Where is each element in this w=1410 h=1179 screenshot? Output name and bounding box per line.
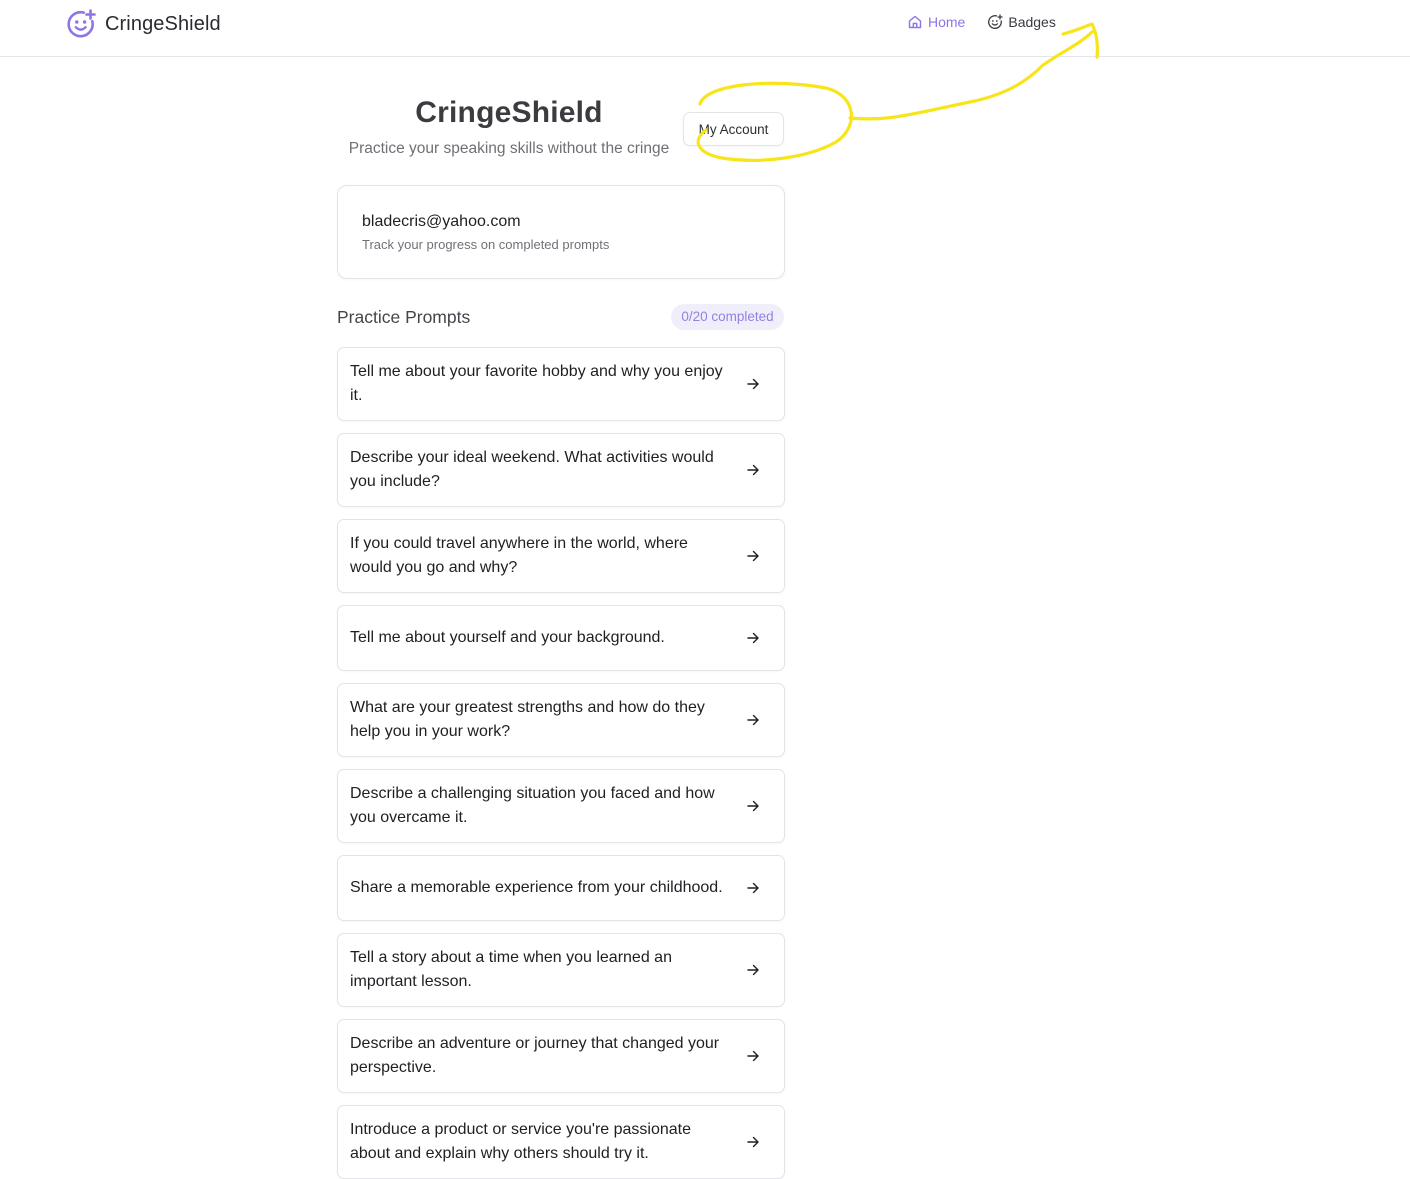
arrow-right-icon — [747, 800, 759, 812]
nav-badges-link[interactable]: Badges — [987, 14, 1056, 30]
arrow-right-icon — [747, 714, 759, 726]
prompt-card[interactable]: Introduce a product or service you're pa… — [337, 1105, 785, 1179]
nav-home-link[interactable]: Home — [907, 14, 965, 30]
prompt-card[interactable]: If you could travel anywhere in the worl… — [337, 519, 785, 593]
smile-plus-icon — [988, 14, 1004, 29]
prompt-text: Describe an adventure or journey that ch… — [350, 1035, 720, 1076]
user-card: bladecris@yahoo.com Track your progress … — [337, 185, 785, 279]
nav-badges-label: Badges — [1008, 14, 1056, 30]
arrow-right-icon — [747, 378, 759, 390]
prompt-text: If you could travel anywhere in the worl… — [350, 535, 688, 576]
page-title: CringeShield — [415, 96, 603, 129]
prompt-card[interactable]: Tell me about your favorite hobby and wh… — [337, 347, 785, 421]
arrow-right-icon — [747, 964, 759, 976]
prompt-text: What are your greatest strengths and how… — [350, 699, 705, 740]
prompt-text: Describe a challenging situation you fac… — [350, 785, 715, 826]
smile-plus-icon — [67, 9, 96, 38]
arrow-right-icon — [747, 632, 759, 644]
my-account-button[interactable]: My Account — [683, 112, 784, 146]
page-subtitle: Practice your speaking skills without th… — [348, 140, 670, 157]
prompt-card[interactable]: Tell a story about a time when you learn… — [337, 933, 785, 1007]
prompt-list: Tell me about your favorite hobby and wh… — [337, 347, 785, 1179]
prompt-text: Share a memorable experience from your c… — [350, 879, 723, 896]
nav-home-label: Home — [928, 14, 966, 30]
arrow-right-icon — [747, 882, 759, 894]
prompt-text: Tell me about yourself and your backgrou… — [350, 629, 665, 646]
arrow-right-icon — [747, 1050, 759, 1062]
prompt-card[interactable]: Share a memorable experience from your c… — [337, 855, 785, 921]
prompt-card[interactable]: What are your greatest strengths and how… — [337, 683, 785, 757]
nav-links: Home Badges — [907, 14, 1056, 30]
arrow-right-icon — [747, 464, 759, 476]
prompt-card[interactable]: Describe your ideal weekend. What activi… — [337, 433, 785, 507]
user-progress-note: Track your progress on completed prompts — [362, 237, 610, 252]
arrow-right-icon — [747, 550, 759, 562]
prompt-card[interactable]: Tell me about yourself and your backgrou… — [337, 605, 785, 671]
prompt-card[interactable]: Describe an adventure or journey that ch… — [337, 1019, 785, 1093]
prompt-text: Introduce a product or service you're pa… — [350, 1121, 692, 1162]
home-icon — [908, 15, 922, 29]
practice-prompts-heading: Practice Prompts — [337, 307, 471, 327]
prompt-text: Tell me about your favorite hobby and wh… — [350, 363, 723, 404]
arrow-right-icon — [747, 1136, 759, 1148]
user-email: bladecris@yahoo.com — [362, 213, 521, 230]
brand-logo[interactable]: CringeShield — [65, 8, 221, 40]
top-nav: CringeShield Home Badges — [0, 0, 1410, 57]
prompt-text: Tell a story about a time when you learn… — [350, 949, 672, 990]
prompt-card[interactable]: Describe a challenging situation you fac… — [337, 769, 785, 843]
brand-name: CringeShield — [105, 12, 221, 35]
prompt-text: Describe your ideal weekend. What activi… — [350, 449, 714, 490]
completion-badge: 0/20 completed — [671, 304, 784, 330]
